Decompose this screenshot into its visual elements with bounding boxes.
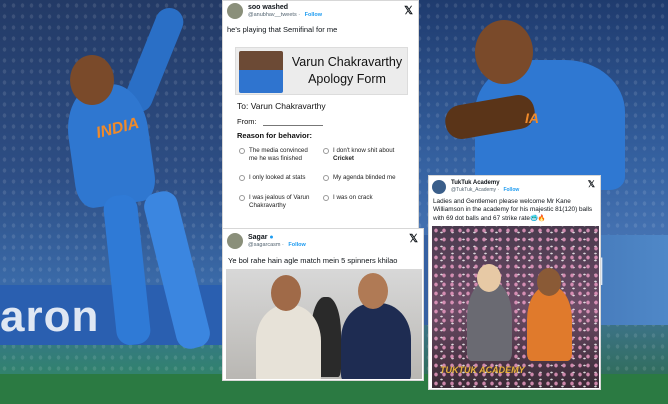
form-from: From: [237,117,257,126]
form-option: The media convinced me he was finished [239,147,317,162]
tweet-handle-row: @TukTuk_Academy · Follow [451,187,519,194]
tweet-handle[interactable]: @sagarcasm [248,242,280,248]
radio-circle-icon [323,175,329,181]
person-head [358,273,388,309]
follow-button[interactable]: Follow [288,242,305,248]
tweet-handle-row: @anubhav__tweets · Follow [248,12,322,19]
option-label: I was on crack [333,194,373,201]
option-label: I was jealous of Varun Chakravarthy [249,194,310,209]
form-option: I was jealous of Varun Chakravarthy [239,194,319,209]
player-photo [239,51,283,93]
separator: · [282,241,284,248]
radio-circle-icon [323,195,329,201]
tweet-header: TukTuk Academy @TukTuk_Academy · Follow [432,179,519,194]
tweet-photo[interactable] [226,269,422,379]
form-option: My agenda blinded me [323,174,407,182]
person [256,305,321,379]
tweet-card-apology: soo washed @anubhav__tweets · Follow 𝕏 h… [222,0,419,230]
tweet-photo[interactable]: TUKTUK ACADEMY [432,226,599,388]
tweet-card-spinners: Sagar ● @sagarcasm · Follow 𝕏 Ye bol rah… [222,228,424,381]
tweet-handle[interactable]: @anubhav__tweets [248,12,297,18]
confetti [432,226,599,388]
apology-form-image[interactable]: Varun Chakravarthy Apology Form To: Varu… [235,47,408,225]
tweet-text: Ladies and Gentlemen please welcome Mr K… [433,198,593,222]
tweet-handle-row: @sagarcasm · Follow [248,242,306,249]
form-option: I don't know shit about Cricket [323,147,407,162]
player-head [475,20,533,84]
form-to: To: Varun Chakravarthy [237,101,326,111]
tweet-handle[interactable]: @TukTuk_Academy [451,187,496,193]
separator: · [497,187,500,193]
ad-board-text: aron [0,292,100,341]
person-head [271,275,301,311]
radio-circle-icon [239,148,245,154]
tweet-username[interactable]: soo washed [248,4,322,12]
verified-badge-icon: ● [269,233,274,241]
radio-circle-icon [239,195,245,201]
tweet-username[interactable]: TukTuk Academy [451,179,519,187]
reason-heading: Reason for behavior: [237,131,313,140]
tweet-header: Sagar ● @sagarcasm · Follow [227,233,306,249]
player-head [70,55,114,105]
option-label: The media convinced me he was finished [249,147,308,162]
form-title: Varun Chakravarthy Apology Form [291,55,403,86]
separator: · [298,11,301,18]
avatar[interactable] [432,179,446,194]
radio-circle-icon [323,148,329,154]
follow-button[interactable]: Follow [305,12,322,18]
from-line [263,125,323,126]
form-option: I only looked at stats [239,174,319,182]
avatar[interactable] [227,233,243,249]
background-photo-left: aron INDIA [0,0,230,404]
form-option: I was on crack [323,194,407,202]
option-label: My agenda blinded me [333,174,396,181]
academy-watermark: TUKTUK ACADEMY [440,365,525,375]
tweet-header: soo washed @anubhav__tweets · Follow [227,3,322,19]
person [527,286,572,361]
person-head [477,264,501,292]
option-label: I only looked at stats [249,174,306,181]
jersey-text: IA [525,110,539,126]
tweet-text: he's playing that Semifinal for me [227,25,338,34]
option-label: I don't know shit about Cricket [333,147,395,162]
person-head [537,268,561,296]
tweet-username[interactable]: Sagar ● [248,234,306,242]
tweet-text: Ye bol rahe hain agle match mein 5 spinn… [228,256,398,265]
follow-button[interactable]: Follow [503,187,519,193]
x-logo-icon[interactable]: 𝕏 [588,179,595,190]
person [467,281,512,361]
radio-circle-icon [239,175,245,181]
form-banner: Varun Chakravarthy Apology Form [235,47,408,95]
tweet-card-academy: TukTuk Academy @TukTuk_Academy · Follow … [428,175,601,390]
x-logo-icon[interactable]: 𝕏 [404,4,413,17]
person [341,303,411,379]
x-logo-icon[interactable]: 𝕏 [409,232,418,245]
avatar[interactable] [227,3,243,19]
